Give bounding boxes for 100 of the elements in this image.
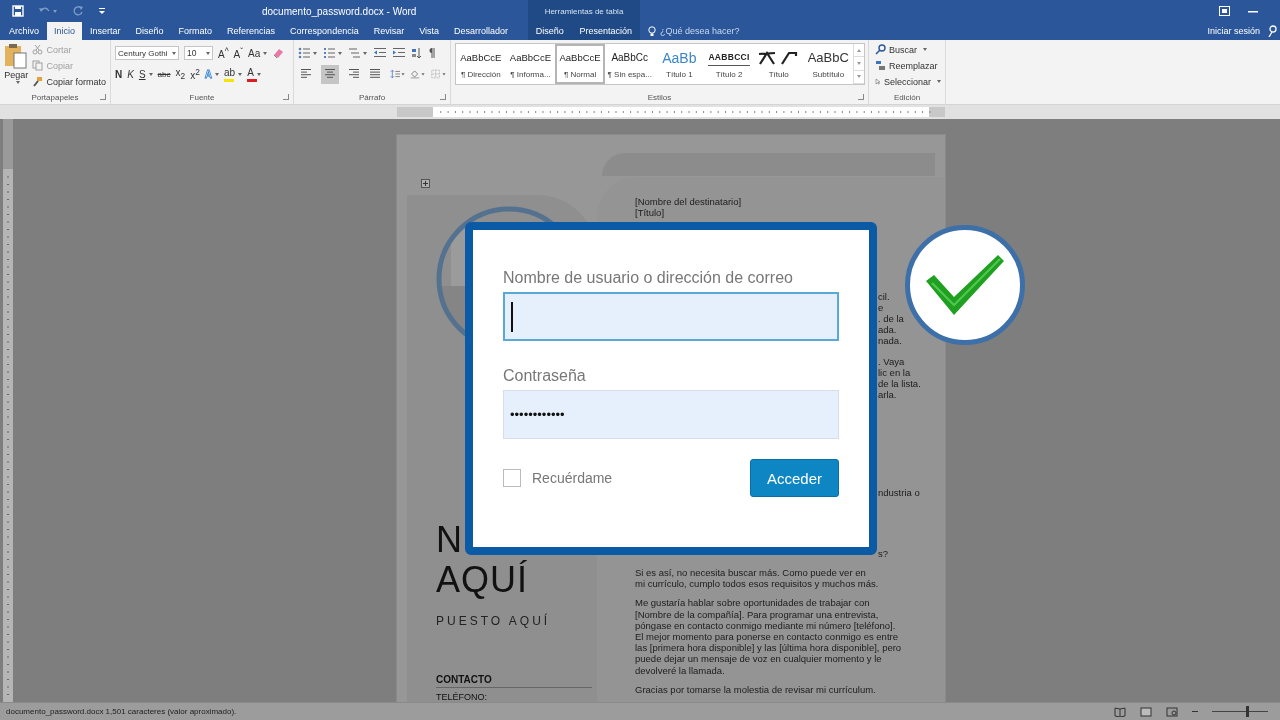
style-item[interactable]: AABBCCI Título 2 [704,44,754,84]
customize-icon[interactable] [98,6,106,16]
style-item[interactable]: AaBbCcE ¶ Informa... [505,44,556,84]
font-tool-button[interactable]: A$^{ˇ}$ [233,45,244,61]
ribbon-tab[interactable]: Referencias [220,22,283,40]
ribbon-tab[interactable]: Correspondencia [283,22,366,40]
print-layout-icon[interactable] [1140,706,1152,717]
font-tool-button[interactable]: A$^{^}$ [218,45,229,61]
ribbon-tab[interactable]: Diseño [128,22,171,40]
editing-button[interactable]: Buscar [875,43,941,56]
caret-icon [923,48,927,51]
caret-icon [238,72,243,76]
font-name-field[interactable]: Century Gothi [115,46,179,60]
dialog-launcher-icon[interactable] [858,94,864,100]
align-icon [300,67,314,79]
font-tool-button[interactable]: x$_{2}$ [175,67,186,81]
sort-icon[interactable] [411,47,423,59]
editing-button[interactable]: Seleccionar [875,75,941,88]
letter-text: de la lista. [878,378,921,389]
tell-me-field[interactable]: ¿Qué desea hacer? [660,26,740,36]
letter-text: cil. [878,291,890,302]
style-item[interactable]: Título [753,44,804,84]
font-tool-button[interactable]: A [247,67,261,81]
read-mode-icon[interactable] [1114,706,1126,717]
ribbon-tab[interactable]: Inicio [47,22,83,40]
style-item[interactable]: AaBbCcE ¶ Dirección [456,44,506,84]
ribbon-display-icon[interactable] [1219,6,1230,16]
multilevel-list-icon[interactable] [348,47,368,59]
paste-button[interactable]: Pegar [4,43,29,90]
sign-in-link[interactable]: Iniciar sesión [1207,26,1260,36]
letter-text: nada. [878,335,902,346]
caret-icon [263,51,268,55]
editing-button[interactable]: Reemplazar [875,59,941,72]
field-label: Nombre de usuario o dirección de correo [503,268,794,288]
letter-text: [Nombre del destinatario] [635,196,743,207]
dialog-launcher-icon[interactable] [283,94,289,100]
font-tool-button[interactable]: S [138,68,153,80]
increase-indent-icon[interactable] [392,47,406,59]
borders-icon[interactable] [430,68,446,80]
person-icon[interactable] [1268,25,1278,37]
bullet-list-icon[interactable] [298,47,318,59]
font-tool-button[interactable]: Aa [248,47,268,59]
numbered-list-icon[interactable] [323,47,343,59]
eraser-icon[interactable] [272,47,285,59]
name-heading: AQUÍ [436,560,529,600]
ribbon-tab[interactable]: Desarrollador [447,22,516,40]
remember-checkbox[interactable] [503,469,521,487]
shading-icon[interactable] [410,68,426,80]
font-tool-button[interactable]: K [127,68,134,80]
name-heading: N [436,520,464,560]
replace-icon [875,60,886,71]
move-handle-icon[interactable] [421,179,430,188]
line-spacing-icon[interactable] [390,68,406,80]
align-icon [369,67,383,79]
pilcrow-icon[interactable] [428,47,436,59]
style-item[interactable]: AaBb Título 1 [654,44,705,84]
font-tool-button[interactable]: abc [157,69,171,79]
dialog-launcher-icon[interactable] [100,94,106,100]
letter-text: [Título] [635,207,666,218]
align-button[interactable] [321,64,339,84]
group-label: Párrafo [358,92,386,102]
style-item[interactable]: AaBbC Subtítulo [803,44,854,84]
ribbon-tab[interactable]: Revisar [366,22,412,40]
font-tool-button[interactable]: x$^{2}$ [190,66,200,82]
section-heading: CONTACTO [436,674,592,688]
status-text: documento_password.docx 1,501 caracteres (valor aproximado). [6,707,237,716]
ribbon-tab[interactable]: Insertar [83,22,128,40]
font-size-field[interactable]: 10 [184,46,213,60]
letter-text: s? [878,548,889,559]
field-label: TELÉFONO: [436,692,488,702]
job-title: PUESTO AQUÍ [436,614,552,628]
clipboard-button[interactable]: Copiar formato [32,75,106,88]
ribbon-tab[interactable]: Presentación [572,22,640,40]
font-tool-button[interactable]: ab [224,67,243,81]
group-label: Edición [893,92,921,102]
password-field[interactable]: •••••••••••• [503,390,839,439]
brush-icon [32,76,44,87]
letter-text: ada. [878,324,897,335]
zoom-slider-thumb[interactable] [1245,706,1249,717]
ribbon-tab[interactable]: Archivo [2,22,46,40]
save-icon[interactable] [12,5,24,17]
username-field[interactable] [503,292,839,341]
submit-button[interactable]: Acceder [750,459,839,497]
letter-text: arla. [878,389,897,400]
letter-text: e [878,302,884,313]
ribbon-tab[interactable]: Vista [412,22,447,40]
ribbon-tab[interactable]: Diseño [528,22,571,40]
ribbon-tab[interactable]: Formato [171,22,220,40]
web-layout-icon[interactable] [1166,706,1178,717]
contextual-group-label: Herramientas de tabla [544,6,624,16]
decrease-indent-icon[interactable] [373,47,387,59]
dialog-launcher-icon[interactable] [440,94,446,100]
caret-icon [172,51,176,55]
style-item[interactable]: AaBbCcE ¶ Normal [555,44,605,84]
font-tool-button[interactable]: N [115,68,123,80]
copy-icon [32,60,44,71]
group-label: Estilos [647,92,672,102]
style-item[interactable]: AaBbCc ¶ Sin espa... [604,44,655,84]
letter-paragraph: Si es así, no necesita buscar más. Como puede ver en mi currículo, cumplo todos esos requisitos y muchos más. [635,567,880,590]
search-icon [875,44,886,55]
